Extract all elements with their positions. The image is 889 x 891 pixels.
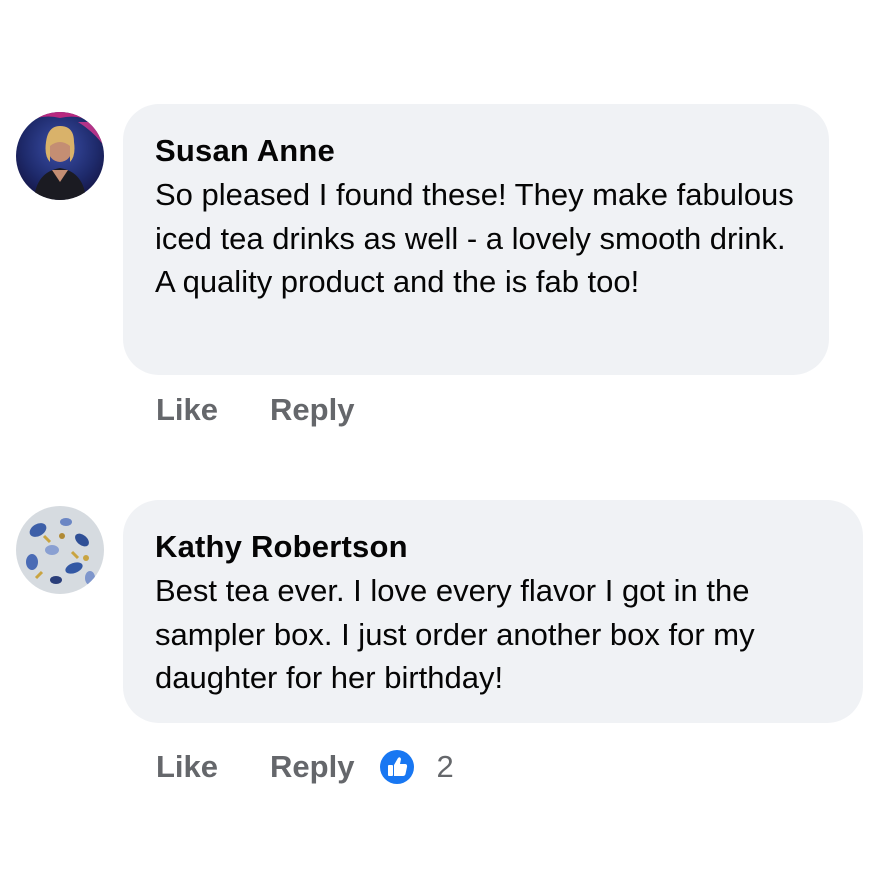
- avatar-image: [16, 112, 104, 200]
- reply-button[interactable]: Reply: [270, 749, 354, 785]
- comment-author[interactable]: Kathy Robertson: [155, 528, 831, 566]
- comment-text: Best tea ever. I love every flavor I got…: [155, 573, 755, 695]
- comment-text: So pleased I found these! They make fabu…: [155, 177, 794, 299]
- reply-button[interactable]: Reply: [270, 392, 354, 428]
- avatar-image: [16, 506, 104, 594]
- avatar[interactable]: [16, 112, 104, 200]
- like-button[interactable]: Like: [156, 392, 218, 428]
- comment-author[interactable]: Susan Anne: [155, 132, 797, 170]
- like-button[interactable]: Like: [156, 749, 218, 785]
- comment-actions: Like Reply: [156, 392, 354, 428]
- reaction-count: 2: [436, 749, 454, 784]
- comment-actions: Like Reply 2: [156, 749, 454, 785]
- avatar[interactable]: [16, 506, 104, 594]
- comment-bubble: Kathy Robertson Best tea ever. I love ev…: [123, 500, 863, 723]
- reaction-summary[interactable]: 2: [380, 749, 454, 785]
- thumbs-up-icon: [380, 750, 415, 784]
- comment-bubble: Susan Anne So pleased I found these! The…: [123, 104, 829, 375]
